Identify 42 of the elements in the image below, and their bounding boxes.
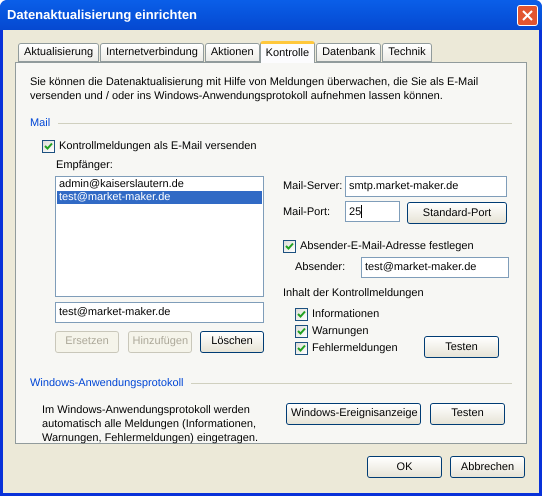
tab[interactable]: Internetverbindung: [100, 43, 204, 62]
field-label: Empfänger:: [56, 158, 114, 172]
section-heading: Windows-Anwendungsprotokoll: [30, 376, 184, 391]
sender-field[interactable]: test@market-maker.de: [361, 257, 509, 278]
checkbox[interactable]: [283, 240, 296, 253]
field-label: Absender:: [295, 260, 346, 276]
checkbox[interactable]: [42, 140, 55, 152]
tab[interactable]: Technik: [382, 43, 432, 62]
recipient-field[interactable]: test@market-maker.de: [55, 302, 264, 322]
checkbox-label: Fehlermeldungen: [312, 341, 398, 356]
server-field[interactable]: smtp.market-maker.de: [345, 176, 507, 196]
list-item[interactable]: admin@kaiserslautern.de: [57, 178, 262, 190]
push-button[interactable]: Testen: [424, 336, 499, 358]
checkbox[interactable]: [295, 342, 308, 355]
tab[interactable]: Datenbank: [316, 43, 382, 62]
checkbox[interactable]: [295, 308, 308, 321]
port-field[interactable]: 25: [345, 201, 400, 222]
checkbox-label: Kontrollmeldungen als E-Mail versenden: [59, 138, 256, 154]
window-title: Datenaktualisierung einrichten: [7, 6, 197, 24]
description-text: Im Windows-Anwendungsprotokoll werden automatisch alle Meldungen (Informationen, Warnungen, Fehlermeldungen) eingetragen.: [42, 402, 260, 444]
field-label: Mail-Port:: [283, 204, 332, 220]
list-item[interactable]: test@market-maker.de: [57, 190, 262, 204]
tab[interactable]: Aktionen: [204, 43, 260, 62]
push-button[interactable]: Windows-Ereignisanzeige: [286, 402, 421, 424]
tab[interactable]: Kontrolle: [260, 41, 316, 63]
push-button[interactable]: OK: [367, 456, 442, 478]
checkbox-label: Absender-E-Mail-Adresse festlegen: [300, 239, 474, 254]
close-button[interactable]: [517, 4, 538, 26]
field-label: Mail-Server:: [283, 178, 344, 194]
push-button[interactable]: Löschen: [200, 330, 264, 352]
checkbox-label: Warnungen: [312, 324, 368, 340]
close-icon: [522, 10, 533, 20]
checkbox[interactable]: [295, 325, 308, 338]
push-button[interactable]: Standard-Port: [407, 202, 507, 224]
checkbox-label: Informationen: [312, 307, 380, 322]
intro-text: Sie können die Datenaktualisierung mit Hilfe von Meldungen überwachen, die Sie als E-Mail versenden und / oder ins Windows-Anwendungsprotokoll aufnehmen lassen können.: [30, 75, 480, 103]
tab[interactable]: Aktualisierung: [18, 43, 100, 62]
push-button[interactable]: Abbrechen: [450, 456, 525, 478]
push-button[interactable]: Testen: [430, 402, 505, 424]
group-label: Inhalt der Kontrollmeldungen: [283, 286, 425, 300]
recipient-list[interactable]: admin@kaiserslautern.de test@market-maker.de: [55, 176, 264, 296]
section-heading: Mail: [30, 116, 50, 131]
